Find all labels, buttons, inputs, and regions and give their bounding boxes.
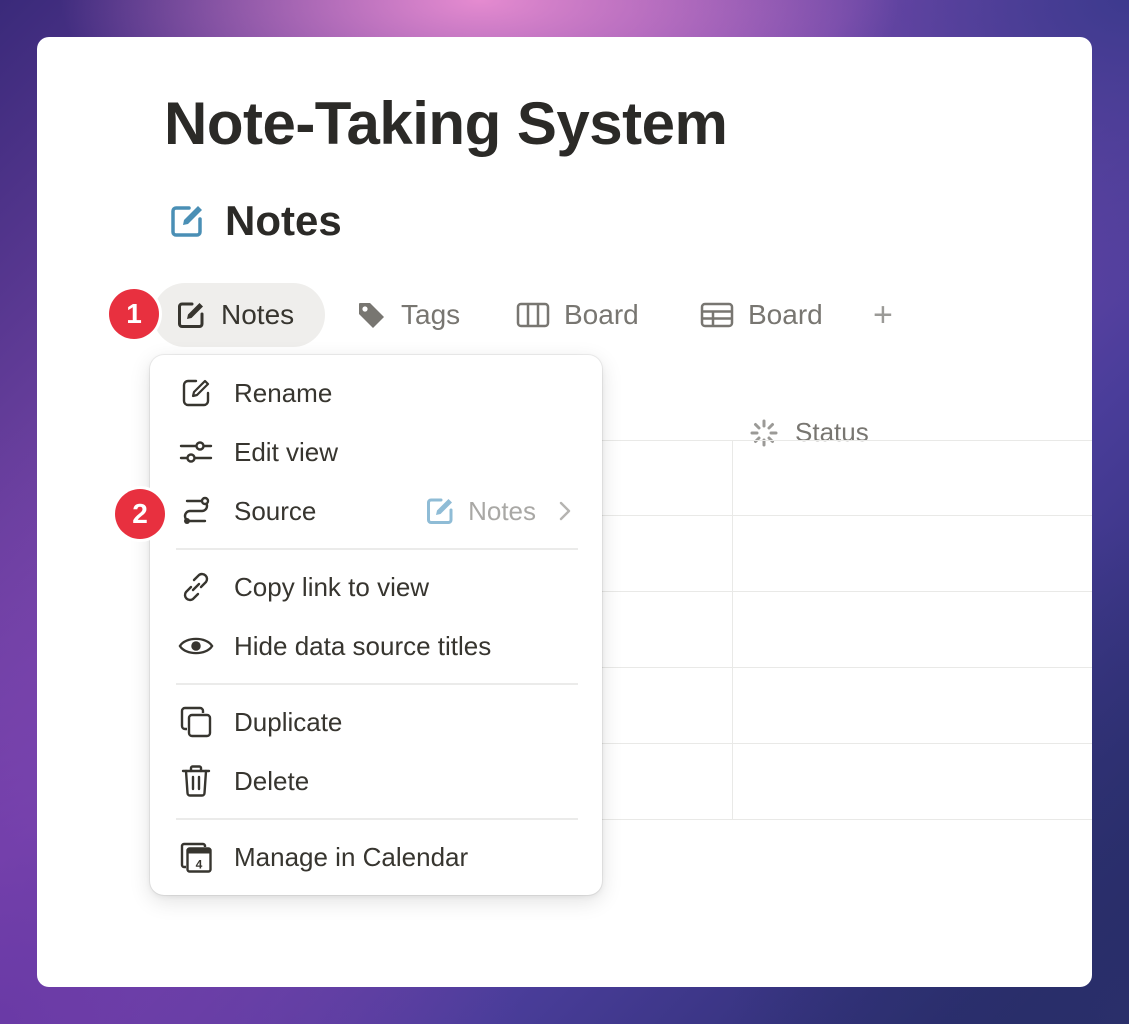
tab-label: Notes <box>221 299 295 330</box>
edit-square-icon <box>427 498 453 524</box>
menu-item-rename[interactable]: Rename <box>150 367 602 419</box>
table-row-divider <box>597 515 1092 516</box>
menu-item-label: Delete <box>234 765 310 796</box>
step-badge-1: 1 <box>109 289 159 339</box>
calendar-day: 4 <box>196 858 203 872</box>
menu-item-label: Source <box>234 495 317 526</box>
tab-board-table[interactable]: Board <box>700 283 823 347</box>
tab-board[interactable]: Board <box>516 283 639 347</box>
menu-divider <box>176 548 578 550</box>
status-spinner-icon <box>750 419 778 446</box>
calendar-icon: 4 <box>178 839 214 875</box>
menu-item-manage-calendar[interactable]: 4 Manage in Calendar <box>150 831 602 883</box>
add-view-button[interactable]: + <box>873 283 893 347</box>
tab-tags[interactable]: Tags <box>355 283 460 347</box>
database-name: Notes <box>225 197 342 244</box>
page-title: Note-Taking System <box>164 90 728 157</box>
menu-item-label: Hide data source titles <box>234 630 492 661</box>
menu-item-label: Edit view <box>234 436 339 467</box>
source-value[interactable]: Notes <box>424 495 572 527</box>
tab-label: Tags <box>401 299 461 330</box>
table-row-divider <box>597 819 1092 820</box>
menu-item-label: Copy link to view <box>234 571 430 602</box>
table-row-divider <box>597 440 1092 441</box>
edit-square-icon <box>167 201 207 241</box>
status-column-header[interactable]: Status <box>749 417 869 448</box>
duplicate-icon <box>178 704 214 740</box>
eye-icon <box>178 628 214 664</box>
menu-divider <box>176 818 578 820</box>
tag-icon <box>359 303 384 328</box>
menu-divider <box>176 683 578 685</box>
table-row-divider <box>597 743 1092 744</box>
step-badge-2: 2 <box>115 489 165 539</box>
page-card: Note-Taking System Notes Notes Tags Boar… <box>37 37 1092 987</box>
source-value-label: Notes <box>468 495 536 526</box>
rename-icon <box>178 375 214 411</box>
source-icon <box>178 493 214 529</box>
table-row-divider <box>597 667 1092 668</box>
menu-item-label: Manage in Calendar <box>234 841 469 872</box>
status-header-label: Status <box>795 417 869 447</box>
view-options-menu: Rename Edit view Source Notes Copy link … <box>150 355 602 895</box>
edit-square-icon <box>178 302 204 328</box>
tab-label: Board <box>748 299 823 330</box>
table-row-divider <box>597 591 1092 592</box>
menu-item-hide-titles[interactable]: Hide data source titles <box>150 620 602 672</box>
menu-item-copy-link[interactable]: Copy link to view <box>150 561 602 613</box>
table-grid-icon <box>700 302 734 328</box>
menu-item-source[interactable]: Source Notes <box>150 485 602 537</box>
trash-icon <box>178 763 214 799</box>
database-title[interactable]: Notes <box>167 197 342 245</box>
menu-item-edit-view[interactable]: Edit view <box>150 426 602 478</box>
menu-item-label: Duplicate <box>234 706 343 737</box>
plus-icon: + <box>873 295 893 334</box>
menu-item-delete[interactable]: Delete <box>150 755 602 807</box>
tab-notes[interactable]: Notes <box>153 283 325 347</box>
table-column-divider <box>732 440 733 820</box>
board-columns-icon <box>516 302 550 328</box>
menu-item-duplicate[interactable]: Duplicate <box>150 696 602 748</box>
link-icon <box>178 569 214 605</box>
menu-item-label: Rename <box>234 377 333 408</box>
chevron-right-icon <box>559 501 571 521</box>
tab-label: Board <box>564 299 639 330</box>
sliders-icon <box>178 434 214 470</box>
